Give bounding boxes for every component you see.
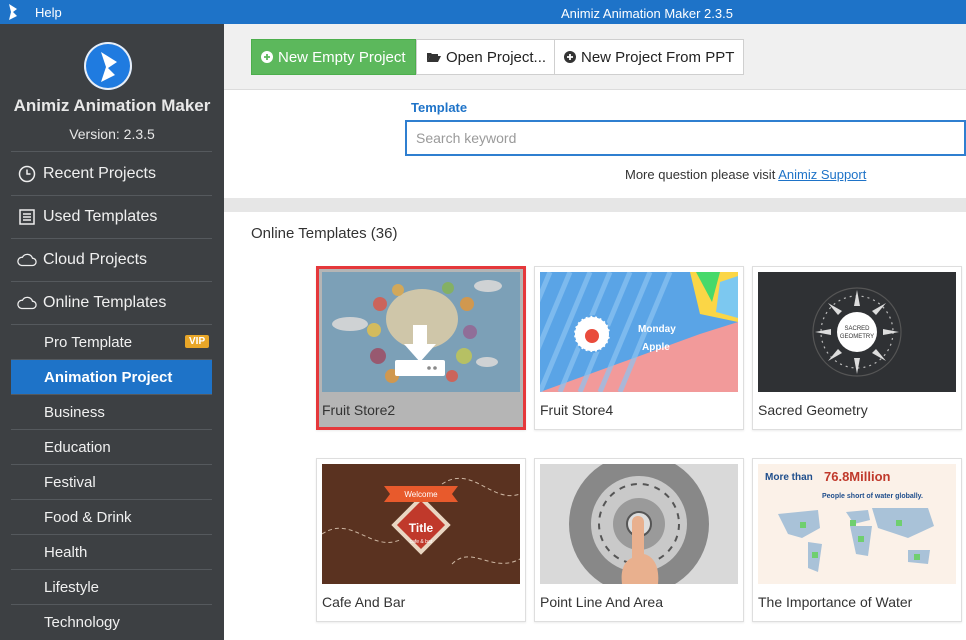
- nav-festival[interactable]: Festival: [11, 465, 212, 499]
- nav-used-templates[interactable]: Used Templates: [11, 196, 212, 238]
- thumb-text-cafe: cafe & bar: [410, 539, 433, 545]
- template-thumbnail: Welcome Title cafe & bar: [322, 464, 520, 584]
- nav-business[interactable]: Business: [11, 395, 212, 429]
- open-project-button[interactable]: Open Project...: [416, 39, 557, 75]
- nav-online-templates[interactable]: Online Templates: [11, 282, 212, 324]
- fruit-store-illustration: [322, 272, 520, 392]
- online-templates-title: Online Templates (36): [251, 225, 398, 242]
- title-bar: Help Animiz Animation Maker 2.3.5: [0, 0, 966, 24]
- nav-label: Pro Template: [44, 333, 133, 351]
- nav-education[interactable]: Education: [11, 430, 212, 464]
- nav-label: Online Templates: [43, 294, 167, 311]
- nav-animation-project[interactable]: Animation Project: [11, 360, 212, 394]
- sidebar: Animiz Animation Maker Version: 2.3.5 Re…: [0, 24, 224, 640]
- thumb-text-monday: Monday: [638, 324, 676, 335]
- button-label: New Empty Project: [278, 48, 406, 66]
- template-thumbnail: [540, 464, 738, 584]
- nav-label: Animation Project: [44, 368, 173, 386]
- template-card-fruit-store4[interactable]: Monday Apple Fruit Store4: [534, 266, 744, 430]
- thumb-text-welcome: Welcome: [404, 490, 438, 499]
- plus-circle-icon: [261, 51, 273, 63]
- divider: [11, 151, 212, 152]
- thumb-text-more-than: More than: [765, 472, 813, 483]
- template-card-importance-of-water[interactable]: More than 76.8Million People short of wa…: [752, 458, 962, 622]
- app-logo-icon: [9, 4, 17, 20]
- template-search-label: Template: [411, 100, 468, 115]
- thumb-text-people: People short of water globally.: [822, 493, 923, 500]
- templates-panel: Online Templates (36) Fruit Store2 Monda…: [224, 212, 966, 640]
- animiz-support-link[interactable]: Animiz Support: [778, 167, 866, 182]
- separator-band: [224, 198, 966, 212]
- nav-label: Recent Projects: [43, 165, 156, 182]
- template-card-sacred-geometry[interactable]: SACRED GEOMETRY Sacred Geometry: [752, 266, 962, 430]
- nav-label: Festival: [44, 473, 96, 491]
- template-thumbnail: [322, 272, 520, 392]
- support-note: More question please visit Animiz Suppor…: [625, 167, 866, 182]
- new-project-from-ppt-button[interactable]: New Project From PPT: [554, 39, 745, 75]
- template-thumbnail: SACRED GEOMETRY: [758, 272, 956, 392]
- template-name: Point Line And Area: [540, 594, 663, 610]
- template-name: Cafe And Bar: [322, 594, 406, 610]
- template-thumbnail: More than 76.8Million People short of wa…: [758, 464, 956, 584]
- template-thumbnail: Monday Apple: [540, 272, 738, 392]
- template-name: Fruit Store2: [322, 402, 396, 418]
- button-label: Open Project...: [446, 48, 547, 66]
- template-search-input[interactable]: [407, 122, 964, 154]
- nav-lifestyle[interactable]: Lifestyle: [11, 570, 212, 604]
- menu-help[interactable]: Help: [35, 5, 62, 20]
- thumb-text-million: 76.8Million: [824, 469, 891, 484]
- animiz-logo-icon: [84, 42, 132, 90]
- thumb-text-geometry: GEOMETRY: [840, 334, 874, 340]
- nav-pro-template[interactable]: Pro Template VIP: [11, 325, 212, 359]
- template-card-cafe-and-bar[interactable]: Welcome Title cafe & bar Cafe And Bar: [316, 458, 526, 622]
- nav-cloud-projects[interactable]: Cloud Projects: [11, 239, 212, 281]
- window-title: Animiz Animation Maker 2.3.5: [561, 6, 733, 21]
- template-card-point-line-and-area[interactable]: Point Line And Area: [534, 458, 744, 622]
- nav-label: Cloud Projects: [43, 251, 148, 268]
- toolbar: New Empty Project Open Project... New Pr…: [224, 24, 966, 90]
- nav-technology[interactable]: Technology: [11, 605, 212, 639]
- nav-recent-projects[interactable]: Recent Projects: [11, 153, 212, 195]
- template-name: The Importance of Water: [758, 594, 913, 610]
- template-search-panel: Template More question please visit Anim…: [224, 90, 966, 198]
- thumb-text-title: Title: [409, 521, 434, 535]
- support-text: More question please visit: [625, 167, 779, 182]
- thumb-text-apple: Apple: [642, 342, 670, 353]
- template-card-fruit-store2[interactable]: Fruit Store2: [316, 266, 526, 430]
- plus-circle-icon: [564, 51, 576, 63]
- nav-label: Technology: [44, 613, 120, 631]
- cloud-icon: [17, 293, 37, 313]
- clock-icon: [17, 164, 37, 184]
- nav-label: Used Templates: [43, 208, 158, 225]
- list-icon: [17, 207, 37, 227]
- nav-label: Lifestyle: [44, 578, 100, 596]
- template-search-box: [405, 120, 966, 156]
- button-label: New Project From PPT: [581, 48, 735, 66]
- new-empty-project-button[interactable]: New Empty Project: [251, 39, 416, 75]
- folder-open-icon: [426, 51, 441, 63]
- nav-food-drink[interactable]: Food & Drink: [11, 500, 212, 534]
- nav-label: Education: [44, 438, 111, 456]
- vip-badge: VIP: [185, 335, 210, 348]
- app-version: Version: 2.3.5: [69, 126, 155, 142]
- nav-label: Business: [44, 403, 105, 421]
- thumb-text-sacred: SACRED: [844, 326, 870, 332]
- template-name: Sacred Geometry: [758, 402, 868, 418]
- app-name: Animiz Animation Maker: [13, 96, 211, 115]
- nav-health[interactable]: Health: [11, 535, 212, 569]
- cloud-icon: [17, 250, 37, 270]
- template-name: Fruit Store4: [540, 402, 614, 418]
- nav-label: Food & Drink: [44, 508, 132, 526]
- nav-label: Health: [44, 543, 88, 561]
